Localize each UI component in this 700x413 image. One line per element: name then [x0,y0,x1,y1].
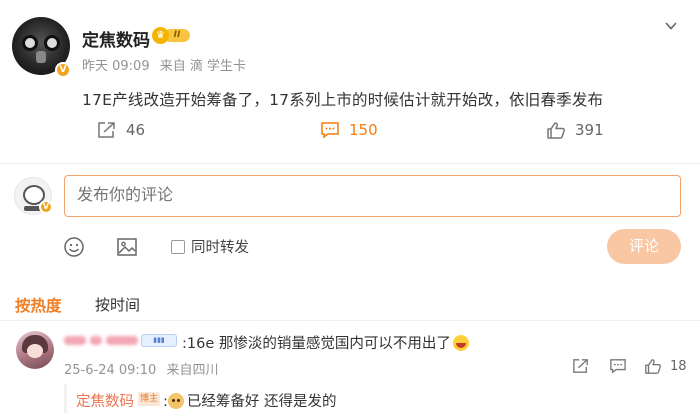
emoji-icon [64,237,84,257]
post-time[interactable]: 昨天 09:09 [82,59,150,74]
divider [0,163,700,164]
sort-by-hot-tab[interactable]: 按热度 [15,294,62,316]
verified-badge-icon: V [39,200,53,214]
comment-input[interactable] [64,175,681,217]
thumbs-up-icon [645,359,661,374]
comment-icon [321,122,339,139]
comment-text-content: :16e 那惨淡的销量感觉国内可以不用出了 [182,336,451,352]
author-tag-badge: 博主 [138,392,160,406]
like-button[interactable]: 391 [546,120,604,140]
comment-button[interactable]: 150 [320,120,378,140]
comment-reply-button[interactable] [609,358,627,378]
avatar-face [27,344,43,358]
repost-button[interactable]: 46 [97,120,145,140]
emoji-button[interactable] [63,236,85,262]
post-meta: 昨天 09:09 来自 滴 学生卡 [82,55,252,74]
laugh-cry-emoji-icon [452,335,469,351]
share-icon [98,122,115,138]
commenter-badge: ▮▮▮ [141,334,177,347]
like-count: 391 [575,121,604,139]
sort-by-time-tab[interactable]: 按时间 [95,294,140,315]
submit-comment-button[interactable]: 评论 [607,229,681,264]
post-text: 17E产线改造开始筹备了，17系列上市的时候估计就开始改，依旧春季发布 [82,91,604,109]
comment-like-button[interactable]: 18 [644,358,687,375]
comment-time: 25-6-24 09:10 [64,363,157,378]
thumbs-up-icon [547,121,565,139]
reply-text: : 已经筹备好 还得是发的 [163,393,337,410]
repost-count: 46 [126,121,146,139]
comment-count: 150 [349,121,378,139]
avatar-eye [44,35,60,51]
rank-badge: II ♛ [152,27,192,44]
commenter-avatar[interactable] [16,331,54,369]
image-button[interactable] [116,236,138,262]
blur-segment [106,336,138,345]
sync-repost-checkbox[interactable]: 同时转发 [171,236,249,257]
share-icon [573,359,588,373]
post-source: 来自 滴 学生卡 [159,59,247,74]
comment-like-count: 18 [670,359,687,374]
comment-icon [610,359,626,374]
chevron-down-icon[interactable] [664,18,678,32]
reply-text-content: 已经筹备好 还得是发的 [186,394,337,410]
comment-share-button[interactable] [572,358,590,378]
verified-badge-icon: V [55,62,71,78]
author-name[interactable]: 定焦数码 [82,26,150,51]
crown-icon: ♛ [152,27,169,44]
comment-meta: 25-6-24 09:10 来自四川 [64,359,225,378]
avatar-eye [22,35,38,51]
blur-segment [90,336,102,345]
doge-emoji-icon [167,393,184,409]
reply-indent-bar [64,384,67,413]
checkbox-box[interactable] [171,239,185,254]
reply-author-name[interactable]: 定焦数码 [76,390,134,411]
blur-segment [64,336,86,345]
divider [0,320,700,321]
sync-repost-label: 同时转发 [191,240,249,256]
image-icon [117,238,137,256]
comment-text: :16e 那惨淡的销量感觉国内可以不用出了 [182,332,469,353]
commenter-name-blurred[interactable] [64,332,138,348]
avatar-nose [36,51,46,63]
comment-location: 来自四川 [166,363,219,378]
